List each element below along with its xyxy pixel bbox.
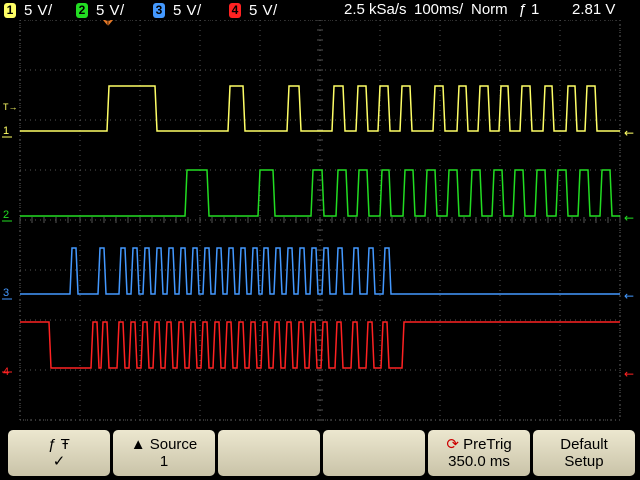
channel-3-badge: 3: [153, 2, 165, 18]
slope-icons: ƒ Ŧ: [48, 436, 70, 453]
softkey-bar: ƒ Ŧ ✓ ▲ Source 1 ⟳ PreTrig 350.0 ms Defa…: [0, 427, 640, 480]
trigger-source[interactable]: 1: [531, 1, 539, 19]
sample-rate: 2.5 kSa/s: [344, 1, 407, 18]
channel-3-right-arrow-icon: ←: [624, 289, 634, 303]
pretrig-value: 350.0 ms: [448, 453, 510, 470]
channel-4-right-arrow-icon: ←: [624, 367, 634, 381]
svg-text:T: T: [106, 20, 111, 28]
rising-edge-icon: ƒ: [518, 1, 527, 18]
channel-1-scale-value: 5 V/: [24, 1, 53, 19]
softkey-pretrig[interactable]: ⟳ PreTrig 350.0 ms: [428, 430, 530, 476]
svg-text:2: 2: [3, 209, 9, 221]
default-label: Default: [560, 436, 608, 453]
channel-4-badge: 4: [229, 2, 241, 18]
channel-1-scale[interactable]: 1 5 V/: [4, 1, 53, 19]
softkey-slope[interactable]: ƒ Ŧ ✓: [8, 430, 110, 476]
svg-text:1: 1: [3, 125, 9, 137]
channel-2-right-arrow-icon: ←: [624, 211, 634, 225]
status-bar: 1 5 V/ 2 5 V/ 3 5 V/ 4 5 V/ 2.5 kSa/s 10…: [0, 0, 640, 20]
trigger-mode[interactable]: Norm: [471, 1, 508, 19]
softkey-default-setup[interactable]: Default Setup: [533, 430, 635, 476]
entry-knob-icon: ⟳: [446, 436, 459, 453]
channel-2-scale[interactable]: 2 5 V/: [76, 1, 125, 19]
softkey-blank-4[interactable]: [323, 430, 425, 476]
channel-4-scale-value: 5 V/: [249, 1, 278, 19]
softkey-source[interactable]: ▲ Source 1: [113, 430, 215, 476]
timebase[interactable]: 100ms/: [414, 1, 463, 19]
channel-1-right-arrow-icon: ←: [624, 126, 634, 140]
svg-text:T→: T→: [3, 102, 18, 112]
channel-1-badge: 1: [4, 2, 16, 18]
channel-2-badge: 2: [76, 2, 88, 18]
channel-2-scale-value: 5 V/: [96, 1, 125, 19]
svg-text:3: 3: [3, 287, 9, 299]
softkey-blank-3[interactable]: [218, 430, 320, 476]
channel-3-scale-value: 5 V/: [173, 1, 202, 19]
source-value: 1: [159, 453, 169, 470]
channel-3-scale[interactable]: 3 5 V/: [153, 1, 202, 19]
trigger-level[interactable]: 2.81 V: [572, 1, 615, 19]
slope-check-icon: ✓: [52, 453, 66, 470]
waveform-display: T 1 T→ 2 3 4 ← ← ← ←: [0, 20, 640, 425]
pretrig-label: PreTrig: [463, 436, 512, 453]
setup-label: Setup: [564, 453, 604, 470]
source-label: ▲ Source: [130, 436, 198, 453]
channel-4-scale[interactable]: 4 5 V/: [229, 1, 278, 19]
